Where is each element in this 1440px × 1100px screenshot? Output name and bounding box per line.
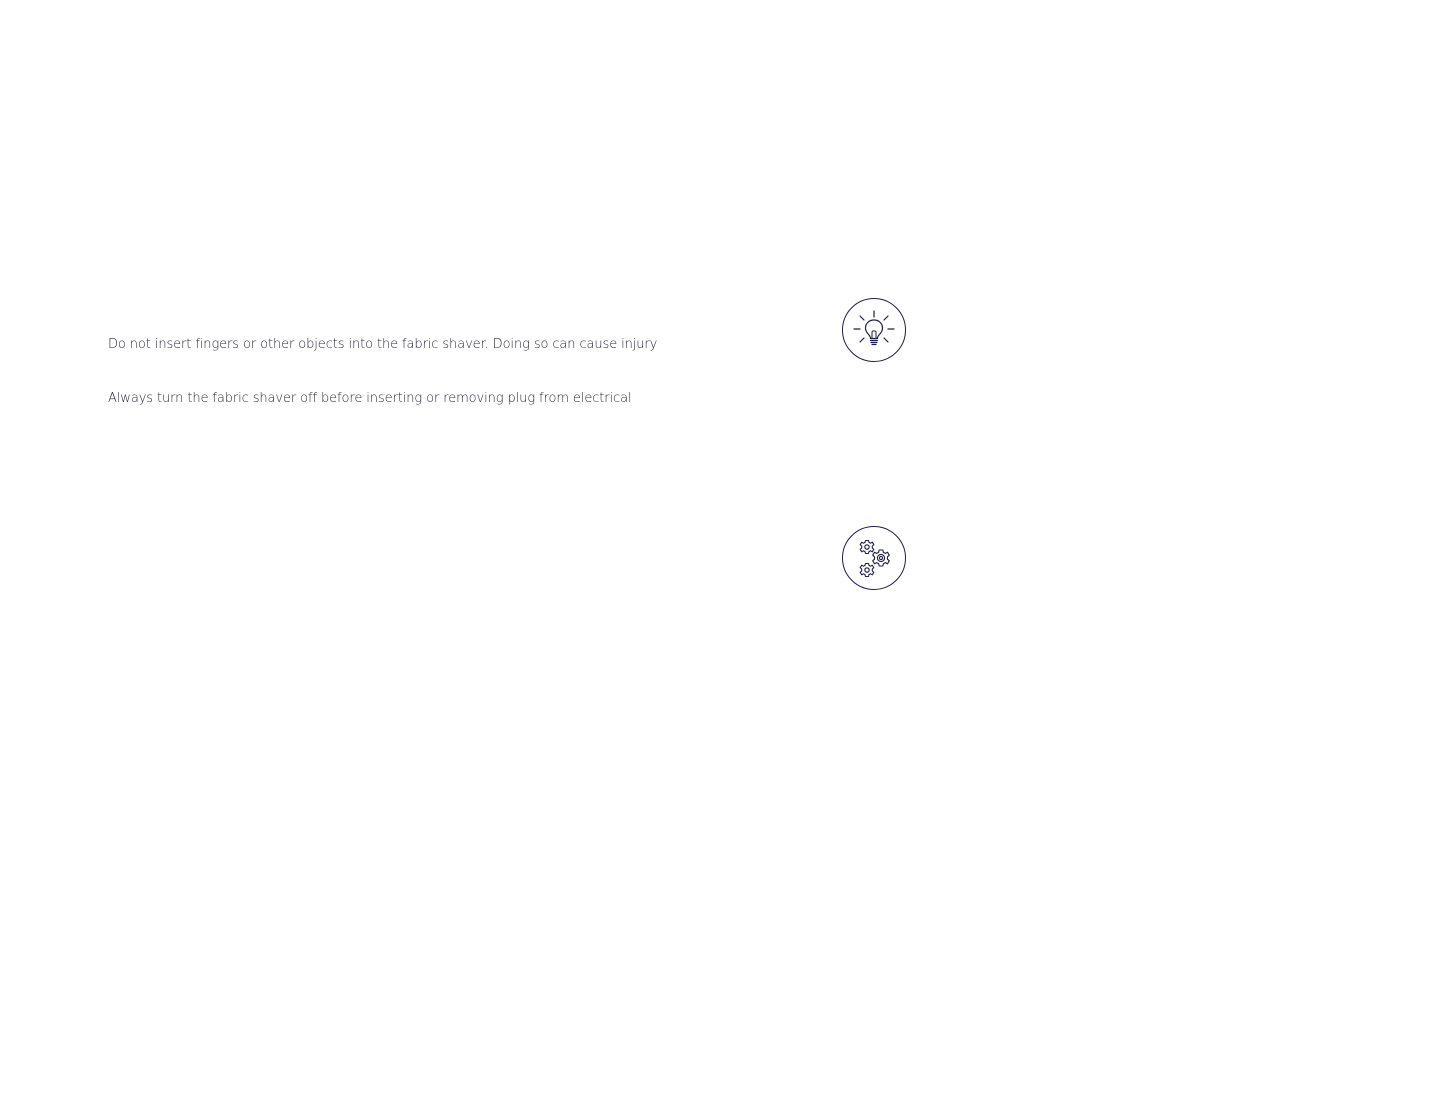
gears-icon bbox=[842, 526, 906, 590]
warning-no-fingers: Do not insert fingers or other objects i… bbox=[108, 337, 658, 352]
warning-turn-off-before-plug: Always turn the fabric shaver off before… bbox=[108, 391, 632, 406]
lightbulb-icon bbox=[842, 298, 906, 362]
